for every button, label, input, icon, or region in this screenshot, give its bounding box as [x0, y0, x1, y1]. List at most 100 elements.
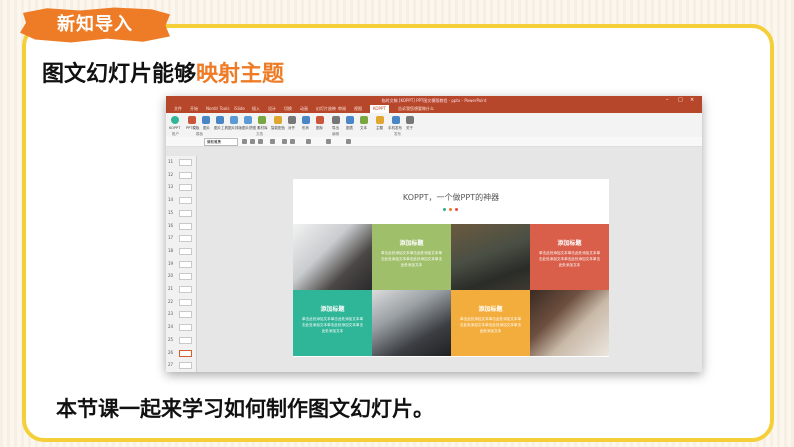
- mobile-publish-icon[interactable]: [392, 116, 400, 124]
- tab-animations[interactable]: 动画: [300, 105, 308, 113]
- ribbon: KOPPT PPT模板 图片 图片工具 图片排版 图片拼图 素材库 智能配色 对…: [166, 113, 702, 138]
- slide-number: 18: [168, 247, 174, 253]
- text-cell: 添加标题 单击此处添加文本单击此处添加文本单击此处添加文本单击此处添加文本单击此…: [293, 290, 372, 356]
- page-title: 图文幻灯片能够映射主题: [42, 56, 284, 88]
- slide-number: 19: [168, 260, 174, 266]
- slide-number: 14: [168, 197, 174, 203]
- slide-title: KOPPT，一个做PPT的神器: [402, 193, 500, 202]
- line-icon[interactable]: [326, 139, 331, 144]
- font-field[interactable]: 微软雅黑: [204, 138, 238, 146]
- text-icon[interactable]: [360, 116, 368, 124]
- font-color-icon[interactable]: [270, 139, 275, 144]
- align-center-icon[interactable]: [290, 139, 295, 144]
- cell-title: 添加标题: [320, 306, 345, 313]
- slide-thumbnail[interactable]: [179, 159, 192, 166]
- tab-insert[interactable]: 插入: [252, 105, 260, 113]
- window-titlebar: 临时文稿 [KOPPT] PPT图文模版教程 - pptx - PowerPoi…: [166, 96, 702, 105]
- tab-koppt[interactable]: KOPPT: [370, 105, 389, 113]
- tab-design[interactable]: 设计: [268, 105, 276, 113]
- text-cell: 添加标题 单击此处添加文本单击此处添加文本单击此处添加文本单击此处添加文本单击此…: [372, 224, 451, 290]
- slide-thumbnail[interactable]: [179, 209, 192, 217]
- title-main: 图文幻灯片能够: [42, 62, 197, 87]
- tab-transitions[interactable]: 切换: [284, 105, 292, 113]
- ribbon-tabs: 文件 开始 Nordri Tools iSlide 插入 设计 切换 动画 幻灯…: [166, 105, 702, 113]
- slide-number: 25: [168, 336, 174, 342]
- collage-icon[interactable]: [244, 116, 252, 124]
- slide-thumbnail[interactable]: [179, 324, 192, 332]
- tab-islide[interactable]: iSlide: [234, 105, 245, 113]
- tab-view[interactable]: 视图: [354, 105, 362, 113]
- bold-icon[interactable]: [242, 139, 247, 144]
- slide-dot: [443, 208, 446, 211]
- ribbon-label: 形状: [302, 126, 309, 130]
- slide-thumbnail[interactable]: [179, 362, 192, 370]
- ribbon-label: 智能配色: [271, 126, 285, 130]
- minimize-icon[interactable]: –: [666, 97, 669, 103]
- slide-thumbnail[interactable]: [179, 222, 192, 230]
- shape-icon[interactable]: [302, 116, 310, 124]
- chart-icon[interactable]: [346, 116, 354, 124]
- slide-thumbnail[interactable]: [179, 349, 192, 357]
- slide-number: 11: [168, 159, 174, 164]
- ribbon-label: 手机发布: [388, 126, 402, 130]
- slide-number: 12: [168, 171, 174, 177]
- slide-number: 17: [168, 235, 174, 241]
- ribbon-label: 关于: [406, 126, 413, 130]
- export-icon[interactable]: [332, 116, 340, 124]
- slide-canvas[interactable]: KOPPT，一个做PPT的神器 添加标题 单击此处添加文本单击此处添加文本单击此…: [293, 179, 609, 357]
- slide-thumbnail[interactable]: [179, 298, 192, 306]
- picture-icon[interactable]: [202, 116, 210, 124]
- slide-number: 16: [168, 222, 174, 228]
- ribbon-label: 图片工具: [214, 126, 228, 130]
- picture-tool-icon[interactable]: [216, 116, 224, 124]
- ribbon-label: 图片排版: [228, 126, 242, 130]
- cell-body: 单击此处添加文本单击此处添加文本单击此处添加文本单击此处添加文本单击此处添加文本: [380, 251, 443, 267]
- align-icon[interactable]: [288, 116, 296, 124]
- slide-number: 21: [168, 286, 174, 292]
- tab-nordri[interactable]: Nordri Tools: [206, 105, 229, 113]
- slide-thumbnail[interactable]: [179, 247, 192, 255]
- tell-me-search[interactable]: 告诉我您想要做什么: [398, 105, 434, 113]
- theme-icon[interactable]: [376, 116, 384, 124]
- tab-slideshow[interactable]: 幻灯片放映: [316, 105, 336, 113]
- slide-number: 23: [168, 311, 174, 317]
- slide-dot: [455, 208, 458, 211]
- cell-title: 添加标题: [399, 240, 424, 247]
- slide-thumbnail[interactable]: [179, 197, 192, 205]
- tab-home[interactable]: 开始: [190, 105, 198, 113]
- slide-number: 15: [168, 209, 174, 215]
- about-icon[interactable]: [406, 116, 414, 124]
- slide-thumbnail[interactable]: [179, 184, 192, 192]
- powerpoint-screenshot: 临时文稿 [KOPPT] PPT图文模版教程 - pptx - PowerPoi…: [166, 96, 702, 372]
- material-icon[interactable]: [258, 116, 266, 124]
- icon-library-icon[interactable]: [316, 116, 324, 124]
- slide-thumbnail[interactable]: [179, 235, 192, 243]
- slide-thumbnail[interactable]: [179, 273, 192, 281]
- slide-thumbnail[interactable]: [179, 171, 192, 179]
- cell-body: 单击此处添加文本单击此处添加文本单击此处添加文本单击此处添加文本单击此处添加文本: [301, 317, 364, 333]
- slide-photo: [530, 290, 609, 356]
- italic-icon[interactable]: [250, 139, 255, 144]
- color-icon[interactable]: [274, 116, 282, 124]
- template-icon[interactable]: [188, 116, 196, 124]
- slide-thumbnail[interactable]: [179, 260, 192, 268]
- ribbon-label: 对齐: [288, 126, 295, 130]
- section-badge: 新知导入: [57, 14, 133, 35]
- shape-fill-icon[interactable]: [346, 139, 351, 144]
- slide-thumbnail[interactable]: [179, 286, 192, 294]
- close-icon[interactable]: ×: [690, 97, 694, 103]
- tab-file[interactable]: 文件: [174, 105, 182, 113]
- text-cell: 添加标题 单击此处添加文本单击此处添加文本单击此处添加文本单击此处添加文本单击此…: [530, 224, 609, 290]
- layout-icon[interactable]: [230, 116, 238, 124]
- slide-photo: [372, 290, 451, 356]
- window-title: 临时文稿 [KOPPT] PPT图文模版教程 - pptx - PowerPoi…: [381, 98, 487, 103]
- maximize-icon[interactable]: □: [678, 97, 683, 103]
- slide-thumbnail[interactable]: [179, 336, 192, 344]
- underline-icon[interactable]: [258, 139, 263, 144]
- slide-number: 26: [168, 349, 174, 355]
- slide-thumbnail[interactable]: [179, 311, 192, 319]
- koppt-logo-icon[interactable]: [171, 116, 179, 124]
- align-left-icon[interactable]: [282, 139, 287, 144]
- bullet-icon[interactable]: [306, 139, 311, 144]
- tab-review[interactable]: 审阅: [338, 105, 346, 113]
